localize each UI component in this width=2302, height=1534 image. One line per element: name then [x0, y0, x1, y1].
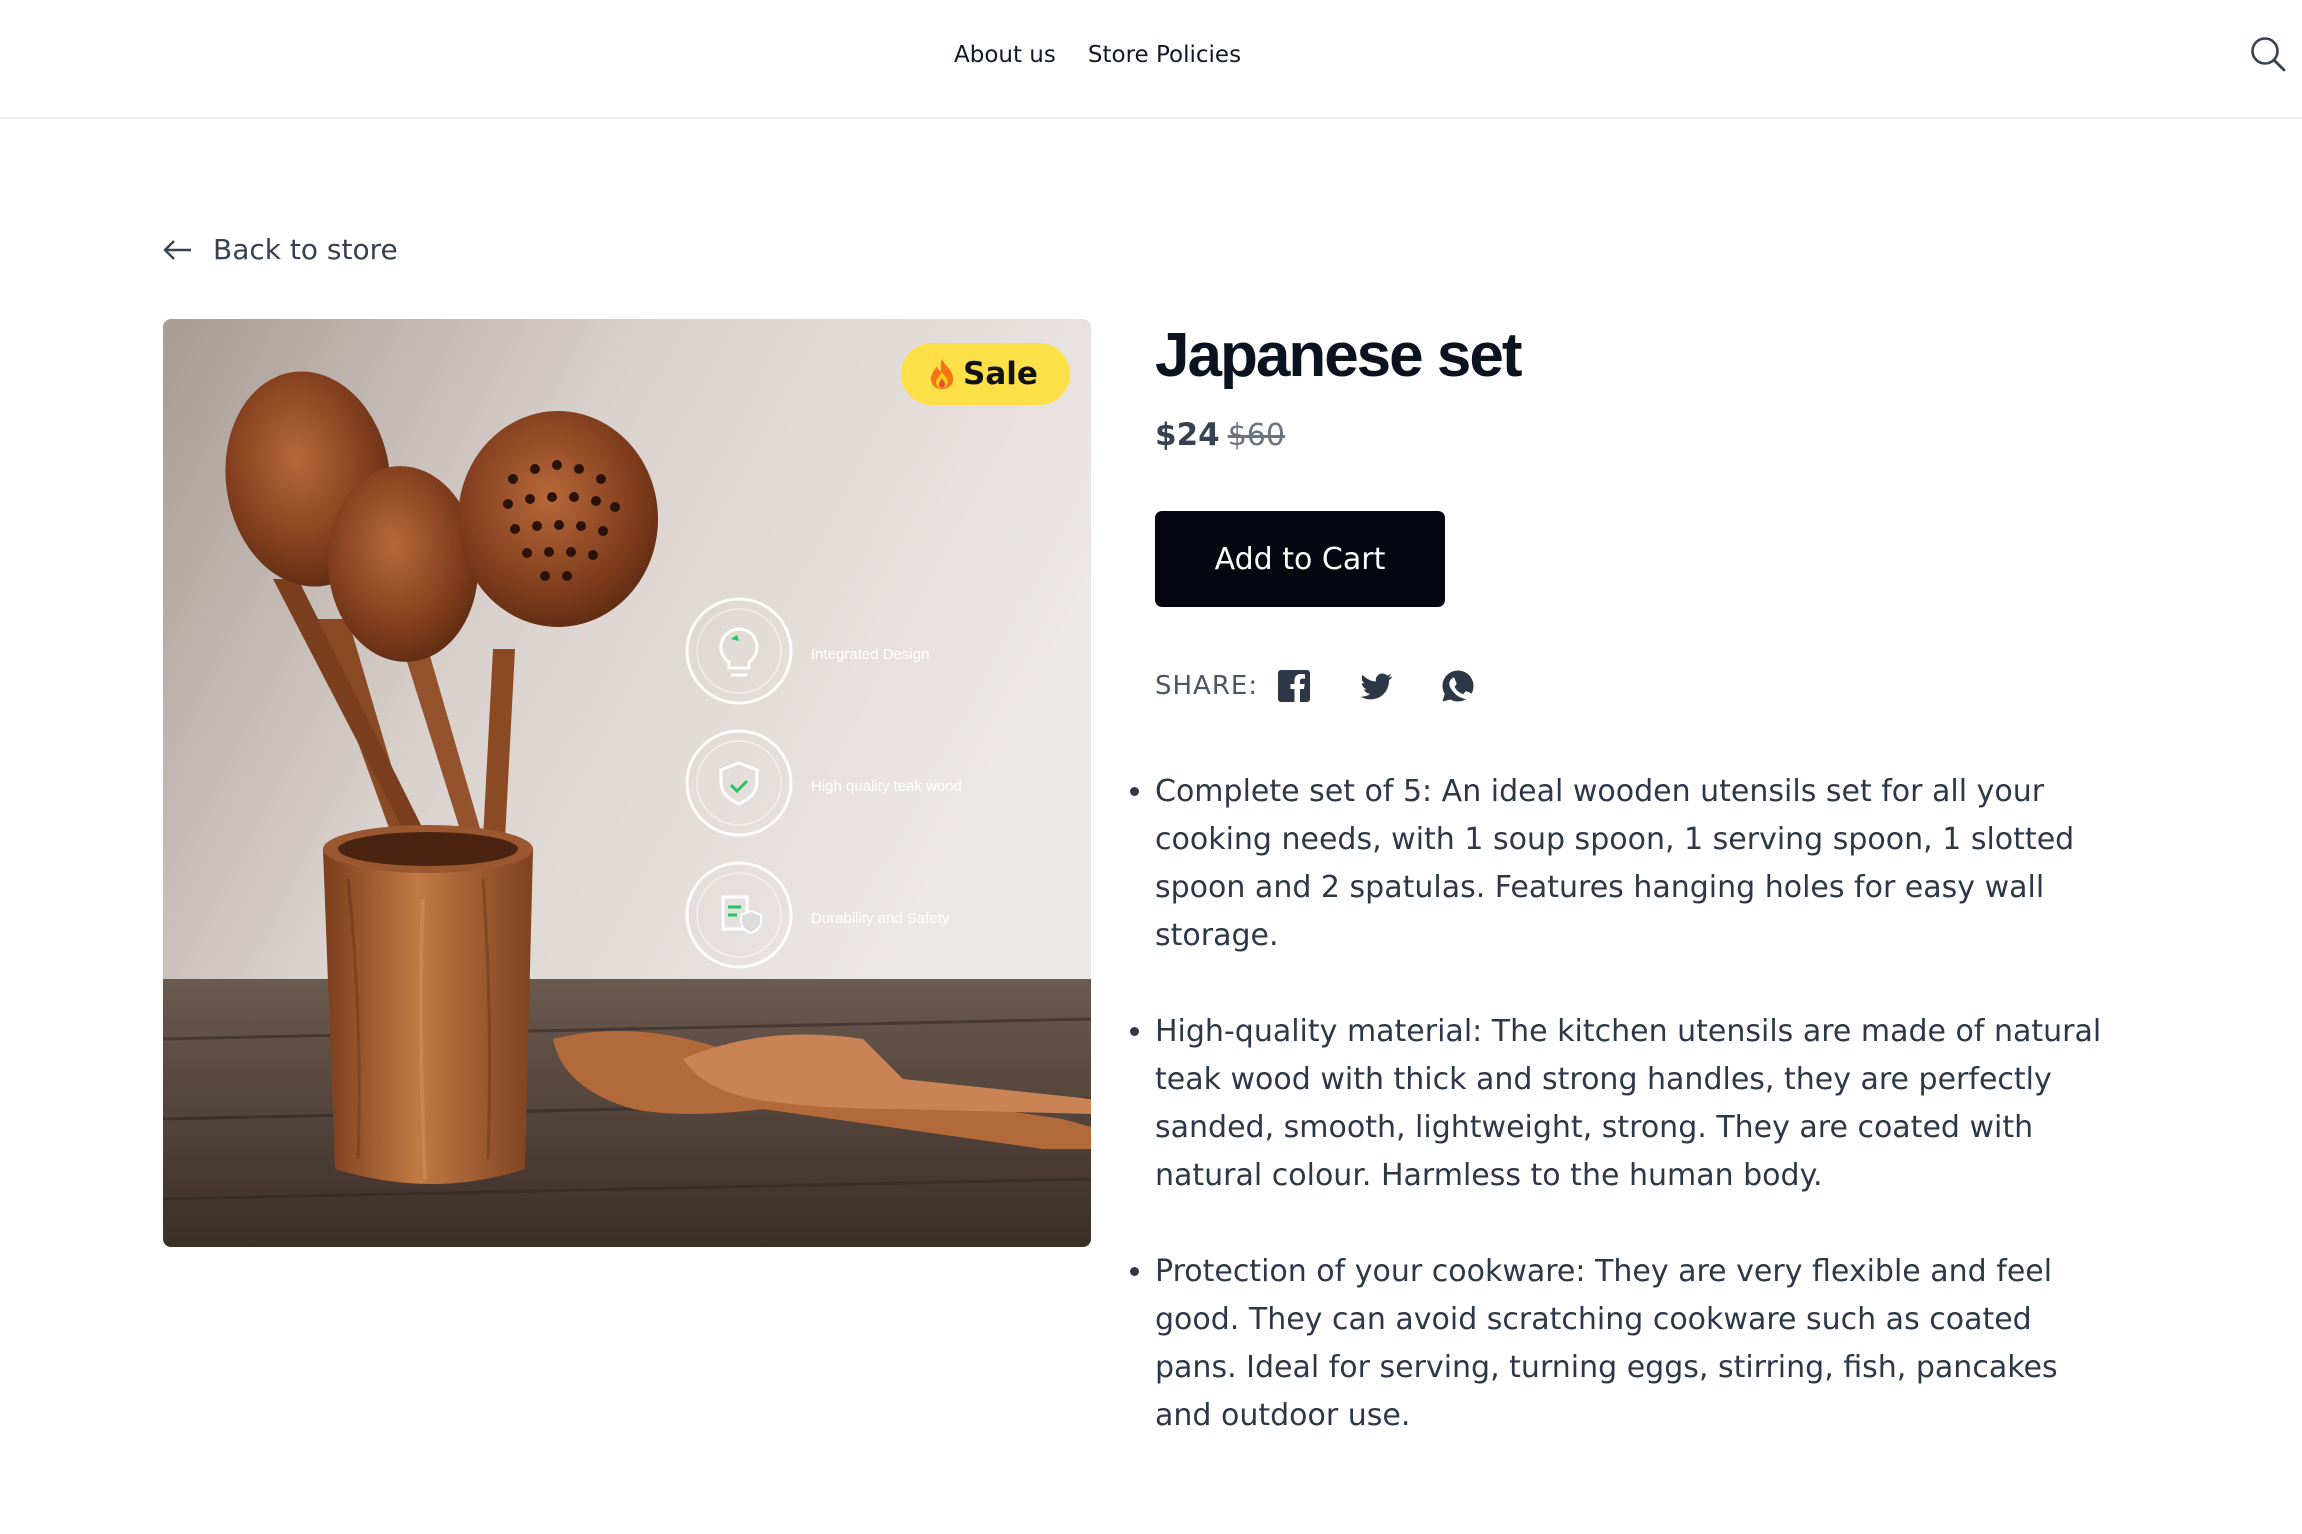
product-title: Japanese set	[1155, 321, 1522, 390]
feature-label-integrated-design: Integrated Design	[811, 646, 929, 663]
top-navigation-bar: About us Store Policies	[0, 0, 2302, 119]
flame-icon	[931, 359, 953, 389]
nav-link-store-policies[interactable]: Store Policies	[1088, 38, 1241, 72]
current-price: $24	[1155, 417, 1220, 453]
price-row: $24 $60	[1155, 417, 1285, 453]
nav-link-about-us[interactable]: About us	[954, 38, 1056, 72]
description-item-material: High-quality material: The kitchen utens…	[1155, 1008, 2115, 1200]
sale-badge-label: Sale	[963, 356, 1038, 392]
share-label: SHARE:	[1155, 671, 1259, 701]
twitter-icon[interactable]	[1358, 668, 1394, 704]
arrow-left-icon	[163, 240, 191, 260]
feature-label-durability: Durability and Safety	[811, 910, 950, 927]
product-image[interactable]: Integrated Design High quality teak wood…	[163, 319, 1091, 1247]
main-nav: About us Store Policies	[954, 38, 1241, 72]
whatsapp-icon[interactable]	[1440, 668, 1476, 704]
description-item-set-contents: Complete set of 5: An ideal wooden utens…	[1155, 768, 2115, 960]
product-photo: Integrated Design High quality teak wood…	[163, 319, 1091, 1247]
page: About us Store Policies Back to store In…	[0, 0, 2302, 1534]
description-item-protection: Protection of your cookware: They are ve…	[1155, 1248, 2115, 1440]
sale-badge: Sale	[901, 343, 1070, 405]
feature-label-teak-wood: High quality teak wood	[811, 778, 962, 795]
product-description-list: Complete set of 5: An ideal wooden utens…	[1127, 768, 2115, 1488]
facebook-icon[interactable]	[1276, 668, 1312, 704]
add-to-cart-button[interactable]: Add to Cart	[1155, 511, 1445, 607]
share-row: SHARE:	[1155, 668, 1504, 704]
back-to-store-link[interactable]: Back to store	[163, 230, 398, 270]
search-icon[interactable]	[2248, 34, 2288, 74]
back-to-store-label: Back to store	[213, 233, 398, 266]
original-price: $60	[1227, 418, 1285, 453]
